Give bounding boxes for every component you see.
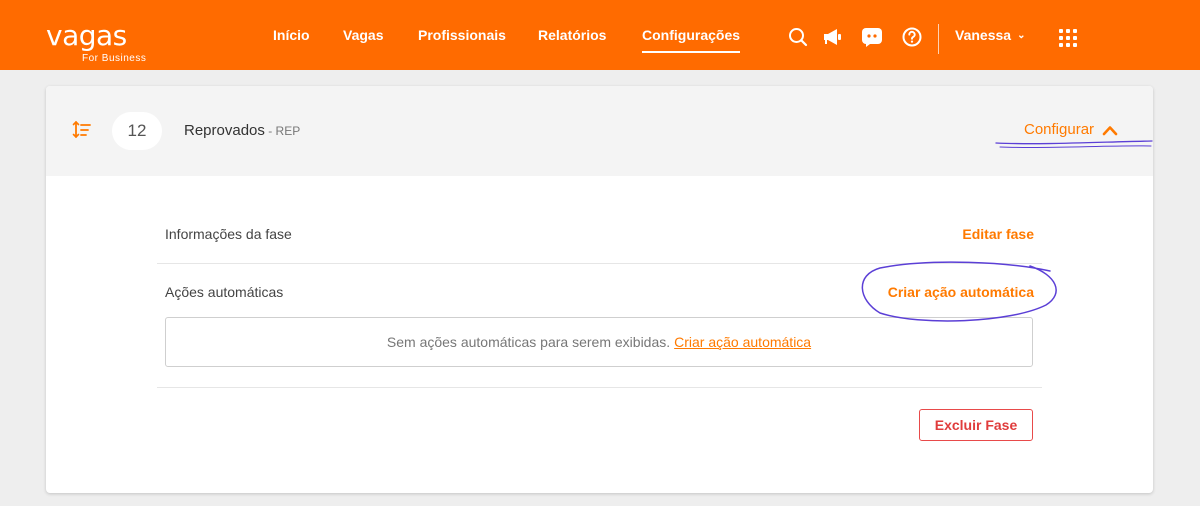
auto-actions-row: Ações automáticas Criar ação automática — [157, 268, 1042, 318]
phase-card: 12 Reprovados - REP Configurar Informaçõ… — [46, 86, 1153, 493]
configure-toggle[interactable]: Configurar — [1024, 121, 1118, 138]
section-divider — [157, 263, 1042, 264]
section-divider — [157, 387, 1042, 388]
auto-actions-empty-state: Sem ações automáticas para serem exibida… — [165, 317, 1033, 367]
nav-configuracoes[interactable]: Configurações — [642, 27, 741, 53]
brand-name: vagas — [46, 19, 127, 52]
phase-code: - REP — [264, 124, 301, 138]
nav-inicio[interactable]: Início — [273, 27, 310, 43]
top-navigation-bar: vagas For Business Início Vagas Profissi… — [0, 0, 1200, 70]
brand-logo[interactable]: vagas For Business — [46, 19, 146, 65]
sort-icon[interactable] — [72, 120, 92, 145]
phase-info-row: Informações da fase Editar fase — [157, 210, 1042, 260]
user-menu[interactable]: Vanessa ⌄ — [955, 27, 1025, 43]
brand-subtitle: For Business — [82, 53, 147, 64]
nav-vagas[interactable]: Vagas — [343, 27, 383, 43]
header-divider — [938, 24, 939, 54]
nav-relatorios[interactable]: Relatórios — [538, 27, 606, 43]
chat-icon[interactable] — [861, 26, 883, 48]
empty-state-create-link[interactable]: Criar ação automática — [674, 334, 811, 350]
phase-card-header: 12 Reprovados - REP Configurar — [46, 86, 1153, 176]
configure-label: Configurar — [1024, 121, 1095, 138]
phase-name: Reprovados — [184, 122, 265, 139]
auto-actions-title: Ações automáticas — [165, 284, 284, 300]
create-auto-action-link[interactable]: Criar ação automática — [888, 284, 1034, 300]
phase-info-title: Informações da fase — [165, 226, 292, 242]
edit-phase-link[interactable]: Editar fase — [962, 226, 1034, 242]
chevron-up-icon — [1102, 125, 1118, 135]
search-icon[interactable] — [787, 26, 809, 48]
chevron-down-icon: ⌄ — [1017, 30, 1026, 41]
delete-phase-button[interactable]: Excluir Fase — [919, 409, 1033, 441]
phase-title: Reprovados - REP — [184, 122, 300, 139]
nav-profissionais[interactable]: Profissionais — [418, 27, 506, 43]
megaphone-icon[interactable] — [821, 26, 843, 48]
help-icon[interactable] — [901, 26, 923, 48]
apps-grid-icon[interactable] — [1059, 29, 1077, 47]
candidate-count-badge: 12 — [112, 112, 162, 150]
empty-state-text: Sem ações automáticas para serem exibida… — [386, 334, 671, 350]
user-name: Vanessa — [955, 27, 1012, 43]
